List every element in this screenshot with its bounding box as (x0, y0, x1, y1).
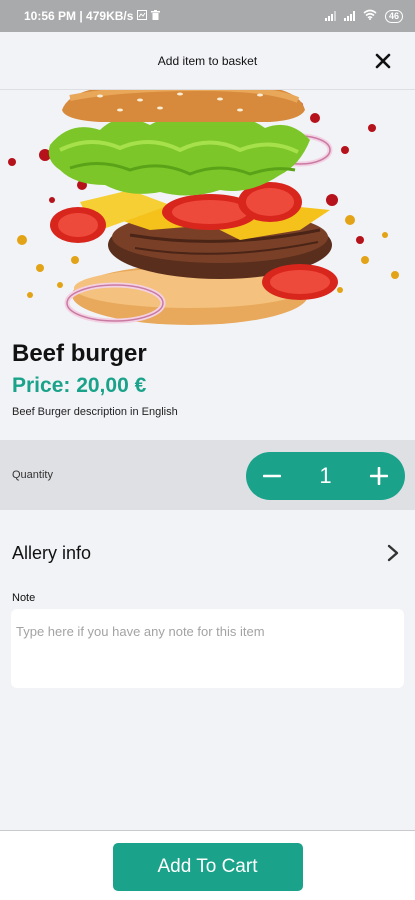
quantity-row: Quantity 1 (0, 440, 415, 510)
trash-icon (151, 9, 161, 23)
status-bar: 10:56 PM | 479KB/s 46 (0, 0, 415, 32)
close-button[interactable] (371, 49, 395, 73)
quantity-stepper: 1 (246, 452, 405, 500)
product-description: Beef Burger description in English (12, 406, 178, 418)
add-to-cart-button[interactable]: Add To Cart (112, 843, 303, 891)
burger-photo (0, 90, 415, 325)
quantity-value: 1 (319, 463, 332, 488)
battery-icon: 46 (384, 9, 403, 23)
wifi-icon (363, 9, 377, 23)
allergy-info-label: Allery info (12, 542, 92, 563)
signal-icon (324, 11, 336, 21)
status-time-speed: 10:56 PM | 479KB/s (24, 9, 134, 23)
minus-icon (263, 474, 281, 478)
decrement-button[interactable] (246, 452, 298, 500)
plus-icon (370, 467, 388, 485)
product-name: Beef burger (12, 340, 147, 367)
note-label: Note (12, 592, 36, 604)
increment-button[interactable] (353, 452, 405, 500)
chevron-right-icon (383, 543, 403, 563)
status-left: 10:56 PM | 479KB/s (24, 9, 161, 23)
footer: Add To Cart (0, 830, 415, 900)
signal-icon (343, 11, 355, 21)
quantity-label: Quantity (12, 469, 53, 481)
close-icon (375, 53, 391, 69)
header-title: Add item to basket (157, 53, 258, 68)
image-icon (137, 9, 148, 23)
battery-level: 46 (388, 10, 399, 21)
status-right: 46 (324, 9, 403, 23)
product-price: Price: 20,00 € (12, 374, 147, 397)
header: Add item to basket (0, 32, 415, 90)
note-field[interactable] (11, 609, 404, 688)
allergy-info-row[interactable]: Allery info (0, 530, 415, 576)
